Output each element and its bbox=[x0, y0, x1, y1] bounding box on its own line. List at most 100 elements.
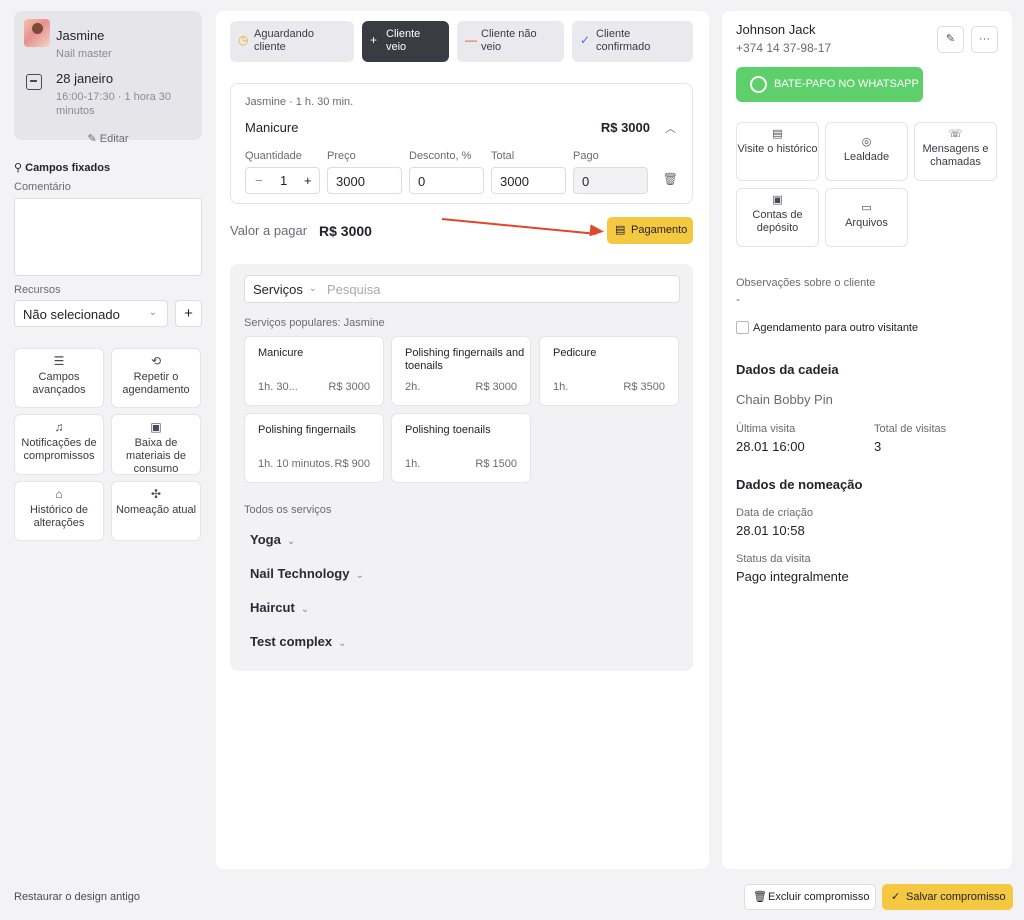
total-visits-value: 3 bbox=[874, 439, 882, 454]
paid-label: Pago bbox=[573, 150, 599, 162]
status-no-show-button[interactable]: — Cliente não veio bbox=[457, 21, 564, 62]
chain-data-title: Dados da cadeia bbox=[736, 362, 839, 377]
appointment-data-title: Dados de nomeação bbox=[736, 477, 863, 492]
folder-icon: ▭ bbox=[861, 202, 872, 214]
wallet-icon: ▣ bbox=[772, 194, 783, 206]
change-history-button[interactable]: ⌂ Histórico de alterações bbox=[14, 481, 104, 541]
last-visit-label: Última visita bbox=[736, 423, 796, 435]
minus-icon: — bbox=[465, 33, 477, 47]
other-visitor-checkbox[interactable] bbox=[736, 321, 749, 334]
calendar-icon bbox=[26, 74, 42, 90]
amount-due-label: Valor a pagar bbox=[230, 223, 308, 238]
clock-icon: ◷ bbox=[238, 33, 249, 47]
client-name: Johnson Jack bbox=[736, 22, 816, 37]
discount-input[interactable]: 0 bbox=[409, 167, 484, 194]
appointment-notifications-button[interactable]: ♫ Notificações de compromissos bbox=[14, 414, 104, 475]
edit-client-button[interactable]: ✎ bbox=[937, 26, 964, 53]
chevron-down-icon: ⌄ bbox=[355, 570, 364, 581]
service-meta: Jasmine · 1 h. 30 min. bbox=[245, 96, 354, 108]
chevron-down-icon: ⌄ bbox=[148, 307, 157, 318]
popular-service-card[interactable]: Polishing toenails 1h. R$ 1500 bbox=[391, 413, 531, 483]
deposit-accounts-button[interactable]: ▣ Contas de depósito bbox=[736, 188, 819, 247]
visit-history-button[interactable]: ▤ Visite o histórico bbox=[736, 122, 819, 181]
phone-icon: ☏ bbox=[948, 128, 963, 140]
price-label: Preço bbox=[327, 150, 356, 162]
client-phone: +374 14 37-98-17 bbox=[736, 41, 832, 55]
master-avatar bbox=[24, 19, 50, 47]
current-appointment-button[interactable]: ✣ Nomeação atual bbox=[111, 481, 201, 541]
comment-label: Comentário bbox=[14, 181, 71, 193]
total-input[interactable]: 3000 bbox=[491, 167, 566, 194]
edit-label: Editar bbox=[99, 133, 129, 145]
pencil-icon: ✎ bbox=[945, 33, 956, 45]
puzzle-icon: ✣ bbox=[150, 487, 162, 501]
chevron-down-icon: ⌄ bbox=[309, 283, 317, 293]
quantity-stepper[interactable]: − 1 + bbox=[245, 167, 320, 194]
chevron-up-icon[interactable]: ︿ bbox=[665, 120, 676, 136]
history-icon: ⌂ bbox=[55, 487, 63, 501]
card-icon: ▤ bbox=[615, 224, 626, 236]
decrement-button[interactable]: − bbox=[255, 173, 263, 188]
status-waiting-button[interactable]: ◷ Aguardando cliente bbox=[230, 21, 354, 62]
popular-service-card[interactable]: Polishing fingernails 1h. 10 minutos. R$… bbox=[244, 413, 384, 483]
appointment-time: 16:00-17:30 · 1 hora 30 minutos bbox=[56, 91, 171, 117]
master-name: Jasmine bbox=[56, 28, 105, 43]
box-icon: ▣ bbox=[150, 420, 162, 434]
fixed-fields-title: ⚲ Campos fixados bbox=[14, 162, 111, 174]
appointment-summary-card: Jasmine Nail master 28 janeiro 16:00-17:… bbox=[14, 11, 202, 145]
search-input[interactable]: Pesquisa bbox=[327, 282, 380, 297]
whatsapp-icon bbox=[750, 76, 767, 93]
check-icon: ✓ bbox=[891, 891, 901, 903]
status-confirmed-button[interactable]: ✓ Cliente confirmado bbox=[572, 21, 693, 62]
messages-calls-button[interactable]: ☏ Mensagens e chamadas bbox=[914, 122, 997, 181]
category-item-haircut[interactable]: Haircut ⌄ bbox=[250, 600, 309, 615]
edit-button[interactable]: ✎ Editar bbox=[14, 132, 202, 145]
history-icon: ▤ bbox=[772, 128, 783, 140]
increment-button[interactable]: + bbox=[304, 173, 312, 188]
popular-service-card[interactable]: Manicure 1h. 30... R$ 3000 bbox=[244, 336, 384, 406]
pin-icon: ⚲ bbox=[14, 162, 26, 174]
chevron-down-icon: ⌄ bbox=[338, 638, 347, 649]
popular-services-label: Serviços populares: Jasmine bbox=[244, 317, 385, 329]
whatsapp-chat-button[interactable]: BATE-PAPO NO WHATSAPP bbox=[736, 67, 923, 102]
check-icon: ✓ bbox=[580, 33, 591, 47]
bell-icon: ♫ bbox=[54, 420, 64, 434]
repeat-appointment-button[interactable]: ⟲ Repetir o agendamento bbox=[111, 348, 201, 408]
annotation-arrow bbox=[441, 218, 597, 235]
add-resource-button[interactable]: + bbox=[175, 300, 202, 327]
trash-icon[interactable]: 🗑 bbox=[663, 172, 678, 186]
price-input[interactable]: 3000 bbox=[327, 167, 402, 194]
popular-service-card[interactable]: Polishing fingernails and toenails 2h. R… bbox=[391, 336, 531, 406]
more-icon: ··· bbox=[979, 33, 990, 45]
restore-old-design-link[interactable]: Restaurar o design antigo bbox=[14, 891, 140, 903]
service-line-card: Jasmine · 1 h. 30 min. Manicure R$ 3000 … bbox=[230, 83, 693, 204]
category-item-test-complex[interactable]: Test complex ⌄ bbox=[250, 634, 347, 649]
status-arrived-button[interactable]: + Cliente veio bbox=[362, 21, 449, 62]
delete-appointment-button[interactable]: 🗑 Excluir compromisso bbox=[744, 884, 876, 910]
total-visits-label: Total de visitas bbox=[874, 423, 947, 435]
client-notes-value: - bbox=[736, 292, 740, 306]
category-item-yoga[interactable]: Yoga ⌄ bbox=[250, 532, 295, 547]
files-button[interactable]: ▭ Arquivos bbox=[825, 188, 908, 247]
popular-service-card[interactable]: Pedicure 1h. R$ 3500 bbox=[539, 336, 679, 406]
save-appointment-button[interactable]: ✓ Salvar compromisso bbox=[882, 884, 1013, 910]
client-panel: Johnson Jack +374 14 37-98-17 ✎ ··· BATE… bbox=[722, 11, 1012, 869]
loyalty-icon: ◎ bbox=[861, 136, 872, 148]
chevron-down-icon: ⌄ bbox=[286, 536, 296, 547]
category-select[interactable]: Serviços bbox=[253, 282, 303, 297]
chain-name: Chain Bobby Pin bbox=[736, 392, 833, 407]
resource-select[interactable]: Não selecionado ⌄ bbox=[14, 300, 168, 327]
payment-button[interactable]: ▤ Pagamento bbox=[607, 217, 693, 244]
chevron-down-icon: ⌄ bbox=[300, 604, 310, 615]
category-item-nail-technology[interactable]: Nail Technology ⌄ bbox=[250, 566, 364, 581]
service-search-bar[interactable]: Serviços ⌄ Pesquisa bbox=[244, 275, 680, 303]
annotation-arrow-head bbox=[589, 224, 605, 238]
comment-input[interactable] bbox=[14, 198, 202, 276]
more-options-button[interactable]: ··· bbox=[971, 26, 998, 53]
appointment-main-panel: ◷ Aguardando cliente + Cliente veio — Clien… bbox=[216, 11, 709, 869]
loyalty-button[interactable]: ◎ Lealdade bbox=[825, 122, 908, 181]
total-label: Total bbox=[491, 150, 515, 162]
created-date-value: 28.01 10:58 bbox=[736, 523, 805, 538]
consumables-writeoff-button[interactable]: ▣ Baixa de materiais de consumo bbox=[111, 414, 201, 475]
advanced-fields-button[interactable]: ☰ Campos avançados bbox=[14, 348, 104, 408]
